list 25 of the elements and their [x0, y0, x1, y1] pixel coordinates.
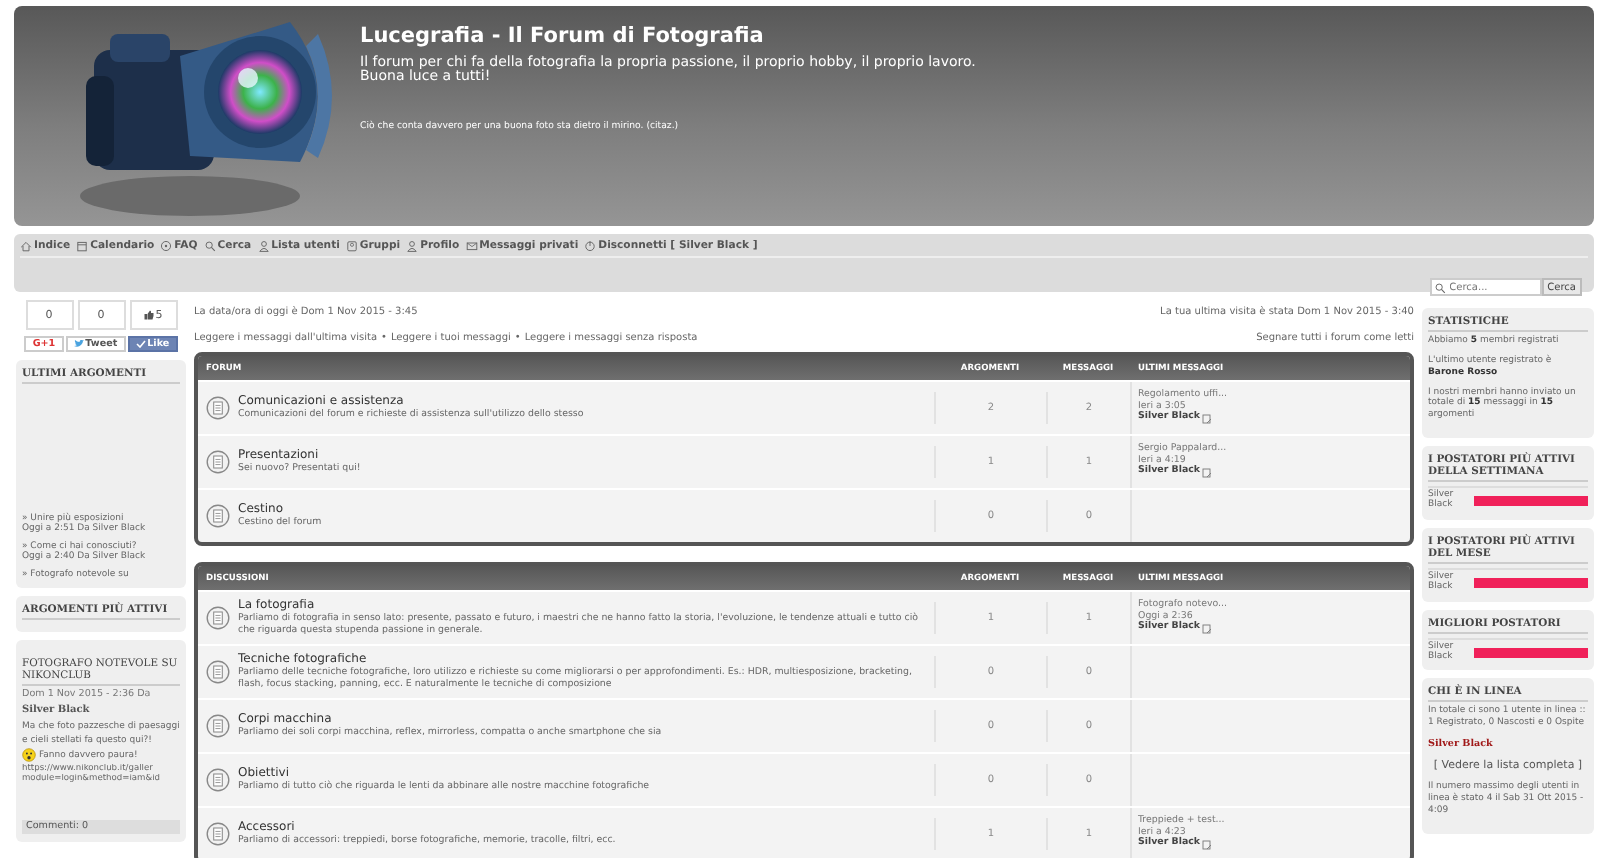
search-icon: [203, 240, 216, 252]
bird-icon: [73, 340, 84, 348]
forum-status-icon: [206, 504, 230, 528]
forum-status-icon: [206, 450, 230, 474]
smiley-icon: [22, 748, 36, 763]
forum-status-icon: [206, 396, 230, 420]
forum-status-icon: [206, 768, 230, 792]
goto-post-icon[interactable]: [1202, 623, 1213, 634]
goto-post-icon[interactable]: [1202, 413, 1213, 424]
site-title: Lucegrafia - Il Forum di Fotografia: [360, 24, 766, 48]
forum-status-icon: [206, 606, 230, 630]
calendar-icon: [76, 240, 89, 252]
thumbs-up-icon: [143, 310, 154, 320]
goto-post-icon[interactable]: [1202, 467, 1213, 478]
forum-status-icon: [206, 660, 230, 684]
forum-status-icon: [206, 822, 230, 846]
power-icon: [584, 240, 597, 252]
user-icon: [257, 240, 270, 252]
home-icon: [20, 240, 32, 252]
user-icon: [406, 240, 419, 252]
forum-status-icon: [206, 714, 230, 738]
check-icon: [135, 340, 146, 348]
envelope-icon: [465, 240, 478, 252]
goto-post-icon[interactable]: [1202, 839, 1213, 850]
search-icon: [1433, 281, 1446, 293]
